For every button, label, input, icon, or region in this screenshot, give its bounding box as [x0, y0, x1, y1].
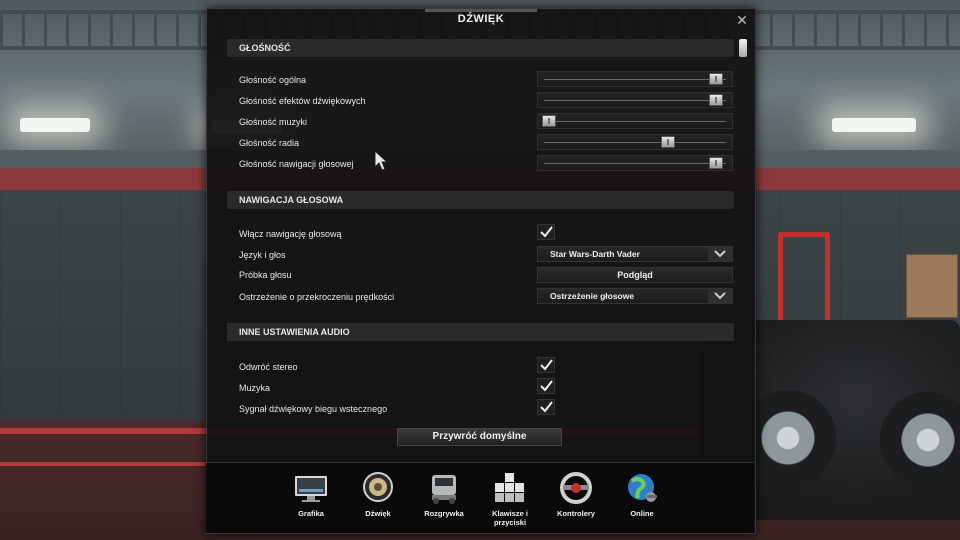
nav-label: Kontrolery	[557, 509, 595, 518]
row-label-voice-sample: Próbka głosu	[239, 270, 292, 280]
row-label-radio-volume: Głośność radia	[239, 138, 300, 148]
dialog-title: DŹWIĘK	[457, 13, 505, 25]
ceiling-light-left	[20, 118, 90, 132]
checkmark-icon	[540, 401, 553, 413]
row-label-effects-volume: Głośność efektów dźwiękowych	[239, 96, 366, 106]
nav-item-gameplay[interactable]: Rozgrywka	[414, 469, 474, 529]
checkmark-icon	[540, 359, 553, 371]
steering-wheel-icon	[560, 472, 592, 504]
preview-button[interactable]: Podgląd	[537, 267, 733, 283]
slider-music-volume[interactable]	[537, 113, 733, 129]
ceiling-light-right	[832, 118, 916, 132]
checkmark-icon	[540, 226, 553, 238]
monitor-icon	[295, 476, 327, 502]
scrollbar-thumb[interactable]	[739, 39, 747, 57]
slider-thumb[interactable]	[708, 157, 723, 169]
slider-thumb[interactable]	[708, 73, 723, 85]
globe-icon	[628, 474, 657, 502]
slider-track	[544, 142, 726, 143]
reset-defaults-button[interactable]: Przywróć domyślne	[397, 428, 562, 446]
row-label-nav-volume: Głośność nawigacji głosowej	[239, 159, 354, 169]
chevron-down-icon	[708, 247, 732, 261]
nav-label: Klawisze i przyciski	[492, 509, 528, 527]
settings-nav-bar: Grafika Dźwięk Rozgrywka Klawisze i przy…	[206, 462, 754, 533]
scrollbar[interactable]	[739, 39, 747, 459]
sound-settings-dialog: DŹWIĘK ✕ GŁOŚNOŚĆ Głośność ogólna Głośno…	[206, 8, 756, 534]
truck-icon	[432, 475, 456, 504]
row-label-music-volume: Głośność muzyki	[239, 117, 308, 127]
keyboard-keys-icon	[495, 473, 524, 502]
dropdown-value: Star Wars-Darth Vader	[550, 249, 640, 259]
row-label-enable-voice-nav: Włącz nawigację głosową	[239, 229, 342, 239]
row-label-reverse-beep: Sygnał dźwiękowy biegu wstecznego	[239, 404, 388, 414]
slider-track	[544, 79, 726, 80]
checkbox-enable-voice-nav[interactable]	[537, 224, 555, 240]
slider-effects-volume[interactable]	[537, 92, 733, 108]
dropdown-speed-warning[interactable]: Ostrzeżenie głosowe	[537, 288, 733, 304]
row-label-speed-warning: Ostrzeżenie o przekroczeniu prędkości	[239, 292, 395, 302]
slider-track	[544, 121, 726, 122]
row-label-language-voice: Język i głos	[239, 250, 286, 260]
checkmark-icon	[540, 380, 553, 392]
slider-thumb[interactable]	[660, 136, 675, 148]
close-icon: ✕	[736, 12, 748, 28]
slider-master-volume[interactable]	[537, 71, 733, 87]
section-header-other-audio: INNE USTAWIENIA AUDIO	[227, 323, 734, 341]
mouse-cursor-icon	[374, 150, 388, 171]
checkbox-reverse-beep[interactable]	[537, 399, 555, 415]
nav-label: Grafika	[298, 509, 324, 518]
cardboard-box	[906, 254, 958, 318]
slider-radio-volume[interactable]	[537, 134, 733, 150]
row-label-master-volume: Głośność ogólna	[239, 75, 307, 85]
checkbox-music[interactable]	[537, 378, 555, 394]
close-button[interactable]: ✕	[735, 13, 749, 27]
slider-thumb[interactable]	[542, 115, 556, 127]
section-header-voice-navigation: NAWIGACJA GŁOSOWA	[227, 191, 734, 209]
row-label-reverse-stereo: Odwróć stereo	[239, 362, 298, 372]
section-header-volume: GŁOŚNOŚĆ	[227, 39, 734, 57]
nav-label: Online	[630, 509, 654, 518]
dropdown-language-voice[interactable]: Star Wars-Darth Vader	[537, 246, 733, 262]
nav-item-graphics[interactable]: Grafika	[281, 469, 341, 529]
slider-track	[544, 163, 726, 164]
nav-item-online[interactable]: Online	[612, 469, 672, 529]
slider-track	[544, 100, 726, 101]
dropdown-value: Ostrzeżenie głosowe	[550, 291, 635, 301]
nav-label: Rozgrywka	[424, 509, 464, 518]
nav-item-controllers[interactable]: Kontrolery	[546, 469, 606, 529]
speaker-icon	[363, 472, 393, 502]
row-label-music: Muzyka	[239, 383, 271, 393]
chevron-down-icon	[708, 289, 732, 303]
nav-item-keys[interactable]: Klawisze i przyciski	[480, 469, 540, 529]
nav-item-sound[interactable]: Dźwięk	[348, 469, 408, 529]
slider-thumb[interactable]	[708, 94, 723, 106]
slider-nav-volume[interactable]	[537, 155, 733, 171]
nav-label: Dźwięk	[365, 509, 391, 518]
title-notch	[425, 9, 537, 12]
checkbox-reverse-stereo[interactable]	[537, 357, 555, 373]
